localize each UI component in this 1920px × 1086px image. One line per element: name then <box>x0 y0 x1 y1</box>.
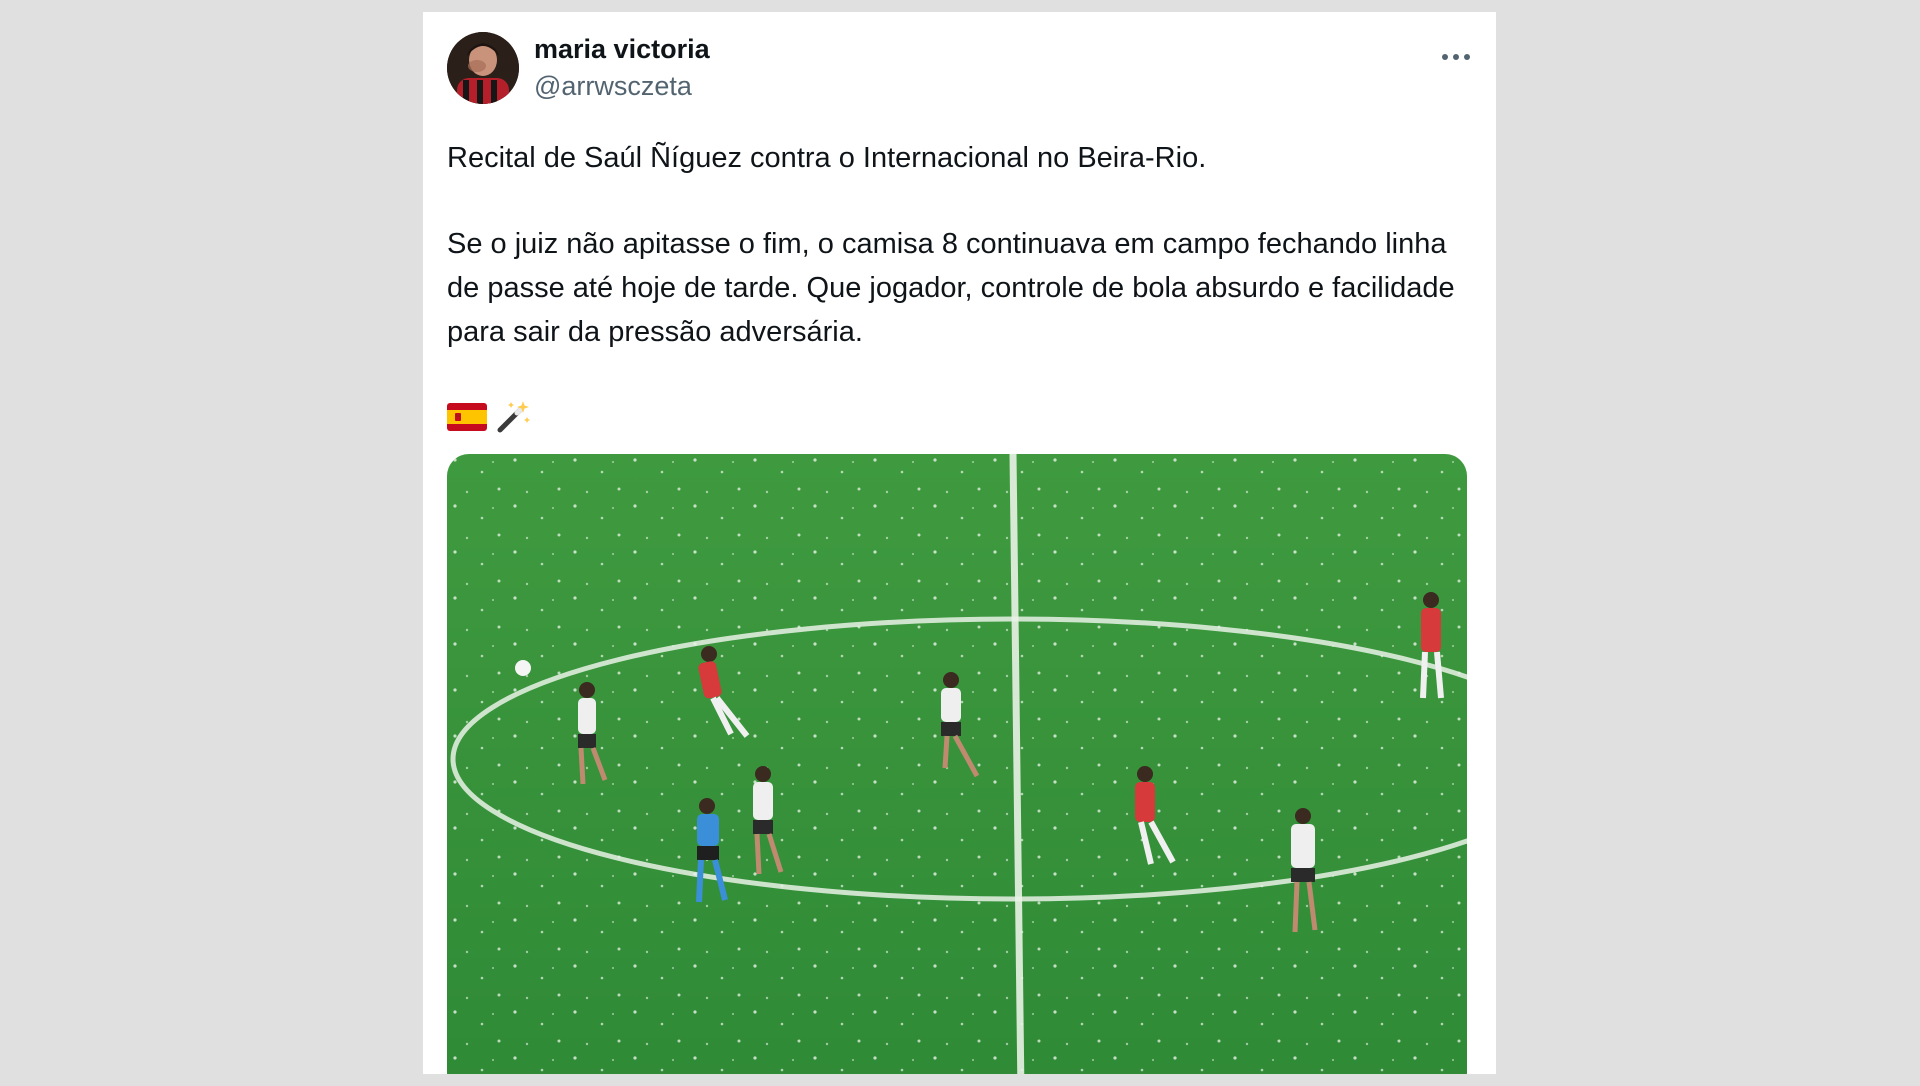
avatar-image <box>447 32 519 104</box>
emoji-row <box>447 395 531 439</box>
more-button[interactable] <box>1433 34 1479 80</box>
tweet-paragraph: Se o juiz não apitasse o fim, o camisa 8… <box>447 228 1463 348</box>
tweet-paragraph: Recital de Saúl Ñíguez contra o Internac… <box>447 142 1207 174</box>
magic-wand-icon <box>497 401 530 433</box>
avatar[interactable] <box>447 32 519 104</box>
more-horizontal-icon <box>1442 54 1470 60</box>
football-pitch-frame <box>447 454 1467 1074</box>
media-video[interactable] <box>447 454 1467 1074</box>
author-handle[interactable]: @arrwsczeta <box>534 69 692 103</box>
spain-flag-icon <box>447 403 487 431</box>
tweet-card: maria victoria @arrwsczeta Recital de Sa… <box>423 12 1496 1074</box>
author-name[interactable]: maria victoria <box>534 32 710 66</box>
